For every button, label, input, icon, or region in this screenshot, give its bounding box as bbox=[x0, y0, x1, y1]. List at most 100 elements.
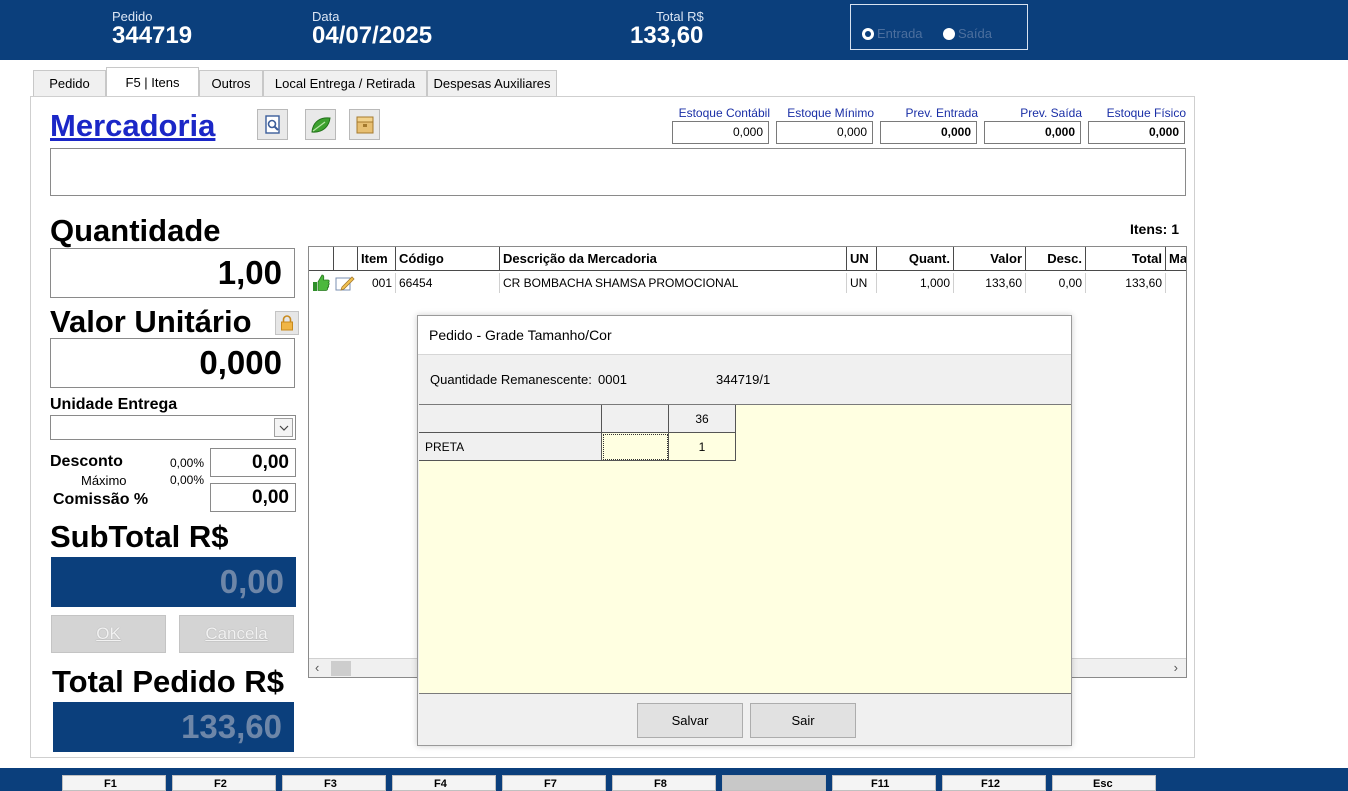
cell-quant: 1,000 bbox=[877, 273, 954, 293]
prev-entrada-label: Prev. Entrada bbox=[905, 106, 978, 120]
scroll-left-icon[interactable]: ‹ bbox=[315, 660, 319, 675]
ok-button[interactable]: OK bbox=[51, 615, 166, 653]
leaf-button[interactable] bbox=[305, 109, 336, 140]
col-valor-header[interactable]: Valor bbox=[954, 247, 1026, 271]
cell-un: UN bbox=[847, 273, 877, 293]
tab-despesas-auxiliares[interactable]: Despesas Auxiliares bbox=[427, 70, 557, 96]
f2-label: F2 bbox=[214, 778, 227, 790]
quantidade-field[interactable]: 1,00 bbox=[50, 248, 295, 298]
box-icon bbox=[356, 116, 373, 133]
comissao-field[interactable]: 0,00 bbox=[210, 483, 296, 512]
prev-saida-field: 0,000 bbox=[984, 121, 1081, 144]
cell-descricao: CR BOMBACHA SHAMSA PROMOCIONAL bbox=[500, 273, 847, 293]
grade-tamanho-cor-dialog: Pedido - Grade Tamanho/Cor Quantidade Re… bbox=[417, 315, 1072, 746]
dialog-footer: Salvar Sair bbox=[418, 695, 1071, 745]
col-un-header[interactable]: UN bbox=[847, 247, 877, 271]
radio-entrada[interactable]: Entrada bbox=[862, 26, 923, 41]
prev-entrada-field: 0,000 bbox=[880, 121, 977, 144]
col-desc-header[interactable]: Desc. bbox=[1026, 247, 1086, 271]
tab-itens[interactable]: F5 | Itens bbox=[106, 67, 199, 97]
grid-size-header: 36 bbox=[669, 405, 736, 433]
quantidade-label: Quantidade bbox=[50, 213, 221, 248]
grid-focus-cell[interactable] bbox=[602, 433, 669, 461]
entrada-saida-group: Entrada Saída bbox=[850, 4, 1028, 50]
grid-qty-cell[interactable]: 1 bbox=[669, 433, 736, 461]
prev-saida-label: Prev. Saída bbox=[1020, 106, 1082, 120]
radio-selected-icon bbox=[862, 27, 874, 40]
scroll-right-icon[interactable]: › bbox=[1174, 660, 1178, 675]
valor-unitario-field[interactable]: 0,000 bbox=[50, 338, 295, 388]
f11-label: F11 bbox=[871, 778, 890, 790]
f1-label: F1 bbox=[104, 778, 117, 790]
remanescente-value: 0001 bbox=[598, 372, 627, 387]
sair-button[interactable]: Sair bbox=[750, 703, 856, 738]
blank-fkey-button bbox=[722, 775, 826, 791]
estoque-fisico-label: Estoque Físico bbox=[1106, 106, 1186, 120]
estoque-contabil-field: 0,000 bbox=[672, 121, 769, 144]
mercadoria-link[interactable]: Mercadoria bbox=[50, 108, 215, 144]
salvar-button[interactable]: Salvar bbox=[637, 703, 743, 738]
remanescente-label: Quantidade Remanescente: bbox=[430, 372, 592, 387]
esc-button[interactable]: Esc bbox=[1052, 775, 1156, 791]
estoque-contabil-label: Estoque Contábil bbox=[678, 106, 770, 120]
desconto-field[interactable]: 0,00 bbox=[210, 448, 296, 477]
f8-label: F8 bbox=[654, 778, 667, 790]
estoque-minimo-label: Estoque Mínimo bbox=[787, 106, 874, 120]
order-header: Pedido 344719 Data 04/07/2025 Total R$ 1… bbox=[0, 0, 1348, 60]
box-button[interactable] bbox=[349, 109, 380, 140]
order-item-ref: 344719/1 bbox=[716, 372, 771, 387]
f3-label: F3 bbox=[324, 778, 337, 790]
cell-valor: 133,60 bbox=[954, 273, 1026, 293]
cancela-button[interactable]: Cancela bbox=[179, 615, 294, 653]
col-quant-header[interactable]: Quant. bbox=[877, 247, 954, 271]
f8-button[interactable]: F8 bbox=[612, 775, 716, 791]
col-edit bbox=[334, 247, 358, 271]
maximo-percent: 0,00% bbox=[170, 473, 205, 487]
f12-button[interactable]: F12 bbox=[942, 775, 1046, 791]
radio-unselected-icon bbox=[943, 27, 955, 40]
col-ma-header[interactable]: Ma bbox=[1166, 247, 1186, 271]
col-codigo-header[interactable]: Código bbox=[396, 247, 500, 271]
lock-icon bbox=[281, 315, 293, 331]
radio-entrada-label: Entrada bbox=[877, 26, 923, 41]
grid-corner-cell bbox=[419, 405, 602, 433]
desconto-percent: 0,00% bbox=[170, 456, 205, 470]
thumbs-up-icon[interactable] bbox=[311, 273, 331, 298]
unidade-entrega-label: Unidade Entrega bbox=[50, 396, 178, 413]
f3-button[interactable]: F3 bbox=[282, 775, 386, 791]
cell-codigo: 66454 bbox=[396, 273, 500, 293]
radio-saida[interactable]: Saída bbox=[943, 26, 992, 41]
col-descricao-header[interactable]: Descrição da Mercadoria bbox=[500, 247, 847, 271]
valor-unitario-label: Valor Unitário bbox=[50, 304, 252, 339]
tab-pedido[interactable]: Pedido bbox=[33, 70, 106, 96]
tab-local-entrega[interactable]: Local Entrega / Retirada bbox=[263, 70, 427, 96]
f4-button[interactable]: F4 bbox=[392, 775, 496, 791]
f1-button[interactable]: F1 bbox=[62, 775, 166, 791]
scroll-thumb[interactable] bbox=[331, 661, 351, 676]
f11-button[interactable]: F11 bbox=[832, 775, 936, 791]
function-key-bar: F1 F2 F3 F4 F7 F8 F11 F12 Esc bbox=[0, 768, 1348, 791]
cell-desc: 0,00 bbox=[1026, 273, 1086, 293]
dialog-info-bar: Quantidade Remanescente: 0001 344719/1 bbox=[418, 354, 1071, 404]
grid-blank-header bbox=[602, 405, 669, 433]
search-product-button[interactable] bbox=[257, 109, 288, 140]
col-item-header[interactable]: Item bbox=[358, 247, 396, 271]
col-total-header[interactable]: Total bbox=[1086, 247, 1166, 271]
f7-label: F7 bbox=[544, 778, 557, 790]
items-count: Itens: 1 bbox=[1130, 221, 1180, 237]
total-pedido-label: Total Pedido R$ bbox=[52, 664, 284, 699]
mercadoria-description-field[interactable] bbox=[50, 148, 1186, 196]
subtotal-label: SubTotal R$ bbox=[50, 519, 229, 554]
lock-button[interactable] bbox=[275, 311, 299, 335]
col-icons bbox=[309, 247, 334, 271]
pedido-number: 344719 bbox=[112, 22, 193, 49]
radio-saida-label: Saída bbox=[958, 26, 992, 41]
dialog-title: Pedido - Grade Tamanho/Cor bbox=[418, 316, 1071, 354]
tab-outros[interactable]: Outros bbox=[199, 70, 263, 96]
f2-button[interactable]: F2 bbox=[172, 775, 276, 791]
order-date: 04/07/2025 bbox=[312, 22, 433, 49]
unidade-entrega-select[interactable] bbox=[50, 415, 296, 440]
f7-button[interactable]: F7 bbox=[502, 775, 606, 791]
order-total: 133,60 bbox=[630, 22, 704, 49]
edit-icon[interactable] bbox=[335, 274, 355, 297]
